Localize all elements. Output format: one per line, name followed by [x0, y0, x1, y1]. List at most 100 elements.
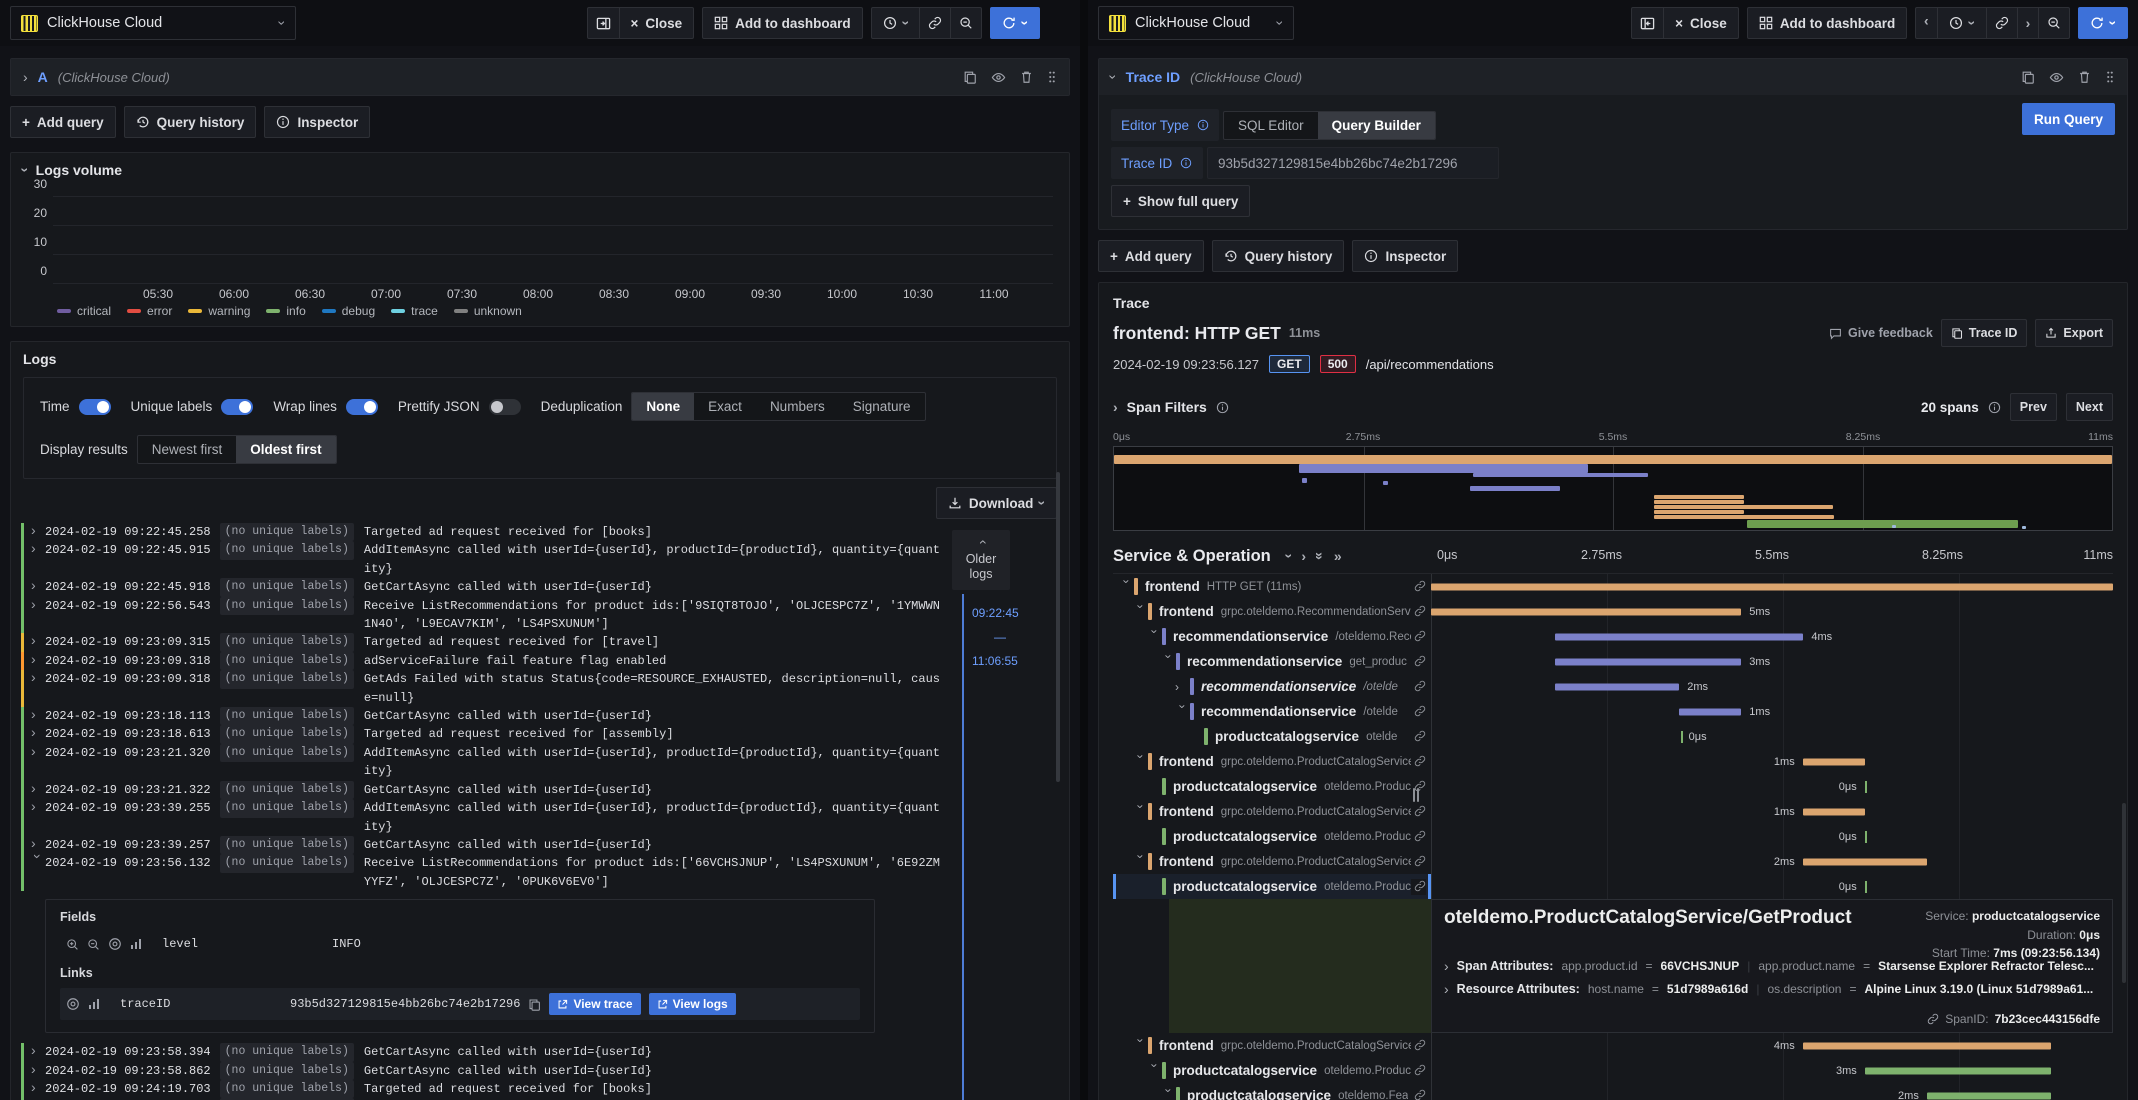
span-name-cell[interactable]: productcatalogservice otelde — [1113, 724, 1431, 749]
column-resize-handle[interactable] — [1413, 788, 1421, 802]
add-query-button[interactable]: + Add query — [10, 106, 116, 138]
log-expand-chevron[interactable]: › — [31, 633, 45, 647]
span-timeline-cell[interactable]: 4ms — [1431, 1033, 2113, 1058]
span-link-icon[interactable] — [1411, 878, 1426, 895]
zoom-out-button[interactable] — [2038, 7, 2071, 39]
time-range-button[interactable]: › — [870, 7, 921, 39]
dedup-option-exact[interactable]: Exact — [694, 393, 756, 420]
span-row[interactable]: productcatalogservice oteldemo.Produc 0μs — [1113, 824, 2113, 849]
span-link-icon[interactable] — [1411, 628, 1426, 645]
log-expand-chevron[interactable]: › — [31, 652, 45, 666]
span-row[interactable]: productcatalogservice otelde 0μs — [1113, 724, 2113, 749]
span-link-icon[interactable] — [1411, 603, 1426, 620]
add-to-dashboard-button[interactable]: Add to dashboard — [702, 7, 863, 39]
shift-time-back-button[interactable]: › — [1915, 7, 1938, 39]
filter-out-value-icon[interactable] — [87, 938, 100, 951]
log-row[interactable]: › 2024-02-19 09:23:09.318 (no unique label… — [17, 651, 943, 671]
span-name-cell[interactable]: › frontend grpc.oteldemo.RecommendationSer… — [1113, 599, 1431, 624]
share-link-button[interactable] — [1985, 7, 2018, 39]
query-history-button[interactable]: Query history — [123, 106, 257, 138]
span-link-icon[interactable] — [1411, 1062, 1426, 1079]
span-toggle-chevron[interactable]: › — [1162, 654, 1176, 669]
zoom-out-button[interactable] — [950, 7, 983, 39]
span-name-cell[interactable]: productcatalogservice oteldemo.Produc — [1113, 774, 1431, 799]
eye-icon[interactable] — [991, 70, 1006, 85]
legend-item[interactable]: critical — [57, 304, 111, 318]
legend-item[interactable]: error — [127, 304, 172, 318]
share-link-button[interactable] — [919, 7, 952, 39]
query-row[interactable]: › Trace ID (ClickHouse Cloud) — [1099, 59, 2127, 95]
trace-minimap[interactable]: 0μs 2.75ms 5.5ms 8.25ms 11ms — [1113, 431, 2113, 531]
log-expand-chevron[interactable]: › — [31, 744, 45, 758]
log-row[interactable]: › 2024-02-19 09:22:45.918 (no unique label… — [17, 578, 943, 597]
log-row[interactable]: › 2024-02-19 09:23:56.132 (no unique label… — [17, 854, 943, 892]
time-toggle[interactable] — [78, 398, 111, 415]
span-name-cell[interactable]: › productcatalogservice oteldemo.Fea — [1113, 1083, 1431, 1100]
refresh-button[interactable]: › — [2078, 7, 2128, 39]
next-span-button[interactable]: Next — [2065, 393, 2113, 421]
span-timeline-cell[interactable]: 1ms — [1431, 699, 2113, 724]
datasource-picker[interactable]: ClickHouse Cloud › — [10, 6, 296, 40]
span-timeline-cell[interactable]: 3ms — [1431, 1058, 2113, 1083]
legend-item[interactable]: debug — [321, 304, 375, 318]
span-timeline-cell[interactable]: 5ms — [1431, 599, 2113, 624]
query-history-button[interactable]: Query history — [1211, 240, 1345, 272]
span-name-cell[interactable]: › frontend HTTP GET (11ms) — [1113, 574, 1431, 599]
span-link-icon[interactable] — [1411, 703, 1426, 720]
span-toggle-chevron[interactable]: › — [1148, 629, 1162, 644]
span-toggle-chevron[interactable]: › — [1134, 854, 1148, 869]
log-row[interactable]: › 2024-02-19 09:22:56.543 (no unique label… — [17, 596, 943, 634]
log-row[interactable]: › 2024-02-19 09:23:58.862 (no unique label… — [17, 1061, 943, 1080]
span-row[interactable]: › frontend grpc.oteldemo.ProductCatalogSer… — [1113, 799, 2113, 824]
log-expand-chevron[interactable]: › — [31, 1080, 45, 1094]
display-option-newest[interactable]: Newest first — [138, 436, 237, 463]
legend-item[interactable]: unknown — [453, 304, 522, 318]
collapse-deep-icon[interactable]: » — [1312, 552, 1328, 560]
span-link-icon[interactable] — [1411, 753, 1426, 770]
expand-all-icon[interactable]: » — [1334, 549, 1342, 563]
link-icon[interactable] — [1927, 1013, 1939, 1025]
toggle-visibility-icon[interactable] — [66, 997, 80, 1011]
span-link-icon[interactable] — [1411, 1037, 1426, 1054]
sql-editor-option[interactable]: SQL Editor — [1224, 112, 1318, 139]
span-row[interactable]: › productcatalogservice oteldemo.Produc 3ms — [1113, 1058, 2113, 1083]
prettify-json-toggle[interactable] — [488, 398, 521, 415]
span-row[interactable]: › frontend grpc.oteldemo.ProductCatalogSer… — [1113, 1033, 2113, 1058]
log-row[interactable]: › 2024-02-19 09:23:21.322 (no unique label… — [17, 780, 943, 800]
span-toggle-chevron[interactable]: › — [1162, 1088, 1176, 1100]
dedup-option-none[interactable]: None — [632, 393, 695, 420]
dedup-option-numbers[interactable]: Numbers — [756, 393, 839, 420]
span-name-cell[interactable]: productcatalogservice oteldemo.Produc — [1113, 824, 1431, 849]
copy-icon[interactable] — [963, 70, 977, 84]
view-logs-button[interactable]: View logs — [648, 993, 736, 1016]
span-link-icon[interactable] — [1411, 653, 1426, 670]
collapse-panel-chevron-icon[interactable]: › — [17, 168, 33, 173]
older-logs-button[interactable]: › Older logs — [952, 530, 1010, 590]
span-toggle-chevron[interactable]: › — [1175, 681, 1190, 693]
expand-resource-attributes-chevron[interactable]: › — [1444, 982, 1449, 996]
close-split-button[interactable]: × Close — [1663, 7, 1739, 39]
span-row[interactable]: › recommendationservice get_produc 3ms — [1113, 649, 2113, 674]
log-row[interactable]: › 2024-02-19 09:23:39.257 (no unique label… — [17, 835, 943, 855]
log-row[interactable]: › 2024-02-19 09:23:09.318 (no unique label… — [17, 670, 943, 708]
span-timeline-cell[interactable]: 2ms — [1431, 849, 2113, 874]
download-button[interactable]: Download › — [935, 487, 1057, 519]
span-name-cell[interactable]: › recommendationservice/otelde — [1113, 699, 1431, 724]
span-timeline-cell[interactable]: 2ms — [1431, 674, 2113, 699]
span-row[interactable]: › recommendationservice/oteldemo.Reco 4ms — [1113, 624, 2113, 649]
log-row[interactable]: › 2024-02-19 09:23:18.613 (no unique label… — [17, 725, 943, 744]
span-name-cell[interactable]: › productcatalogservice oteldemo.Produc — [1113, 1058, 1431, 1083]
log-expand-chevron[interactable]: › — [31, 670, 45, 684]
span-toggle-chevron[interactable]: › — [1134, 754, 1148, 769]
span-filters-chevron-icon[interactable]: › — [1113, 400, 1118, 414]
stats-icon[interactable] — [88, 998, 100, 1010]
span-row[interactable]: › frontend grpc.oteldemo.ProductCatalogSer… — [1113, 749, 2113, 774]
span-row[interactable]: productcatalogservice oteldemo.Produc 0μs — [1113, 874, 2113, 899]
query-builder-option[interactable]: Query Builder — [1317, 111, 1435, 139]
span-name-cell[interactable]: › frontend grpc.oteldemo.ProductCatalogSer… — [1113, 749, 1431, 774]
span-timeline-cell[interactable]: 4ms — [1431, 624, 2113, 649]
span-row[interactable]: › frontend grpc.oteldemo.RecommendationSer… — [1113, 599, 2113, 624]
span-toggle-chevron[interactable]: › — [1134, 604, 1148, 619]
span-timeline-cell[interactable]: 1ms — [1431, 799, 2113, 824]
log-expand-chevron[interactable]: › — [31, 523, 45, 537]
